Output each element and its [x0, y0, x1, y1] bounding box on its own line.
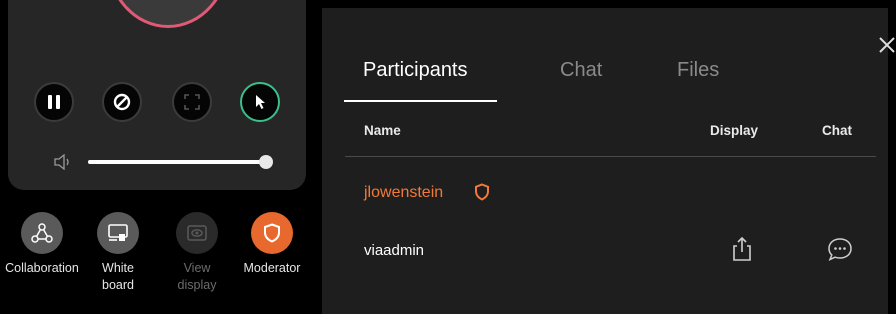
- volume-handle[interactable]: [259, 155, 273, 169]
- participant-name: jlowenstein: [364, 184, 444, 201]
- tab-files[interactable]: Files: [677, 58, 719, 82]
- participants-panel: [322, 8, 888, 314]
- view-display-button[interactable]: View display: [157, 212, 237, 294]
- chat-bubble-icon[interactable]: [826, 236, 854, 262]
- share-display-icon[interactable]: [731, 236, 753, 262]
- pointer-button[interactable]: [240, 82, 280, 122]
- meeting-window: Collaboration White board View display M…: [0, 0, 896, 314]
- media-control-panel: [8, 0, 306, 190]
- block-button[interactable]: [102, 82, 142, 122]
- active-tab-indicator: [344, 100, 497, 102]
- header-divider: [345, 156, 876, 157]
- whiteboard-icon: [108, 224, 128, 241]
- pointer-icon: [256, 95, 265, 109]
- participant-name: viaadmin: [364, 242, 425, 259]
- speaker-icon[interactable]: [54, 154, 76, 170]
- moderator-shield-icon: [475, 183, 489, 201]
- volume-slider[interactable]: [88, 155, 273, 169]
- collaboration-button[interactable]: Collaboration: [2, 212, 82, 277]
- whiteboard-button[interactable]: White board: [78, 212, 158, 294]
- collaboration-icon: [31, 223, 53, 243]
- collaboration-label: Collaboration: [5, 261, 79, 275]
- moderator-button[interactable]: Moderator: [232, 212, 312, 277]
- fullscreen-button[interactable]: [172, 82, 212, 122]
- tab-chat[interactable]: Chat: [560, 58, 602, 82]
- column-header-display: Display: [710, 123, 759, 138]
- volume-fill: [88, 160, 266, 164]
- whiteboard-label: White board: [102, 261, 134, 292]
- video-preview: [106, 0, 230, 28]
- block-icon: [113, 93, 131, 111]
- fullscreen-icon: [184, 94, 200, 110]
- shield-icon: [264, 223, 280, 243]
- view-display-label: View display: [177, 261, 217, 292]
- column-header-chat: Chat: [822, 123, 852, 138]
- pause-icon: [48, 95, 60, 109]
- column-header-name: Name: [364, 123, 401, 138]
- moderator-label: Moderator: [243, 261, 301, 275]
- pause-button[interactable]: [34, 82, 74, 122]
- tab-participants[interactable]: Participants: [363, 58, 468, 82]
- eye-icon: [187, 225, 207, 241]
- close-icon[interactable]: [876, 34, 896, 56]
